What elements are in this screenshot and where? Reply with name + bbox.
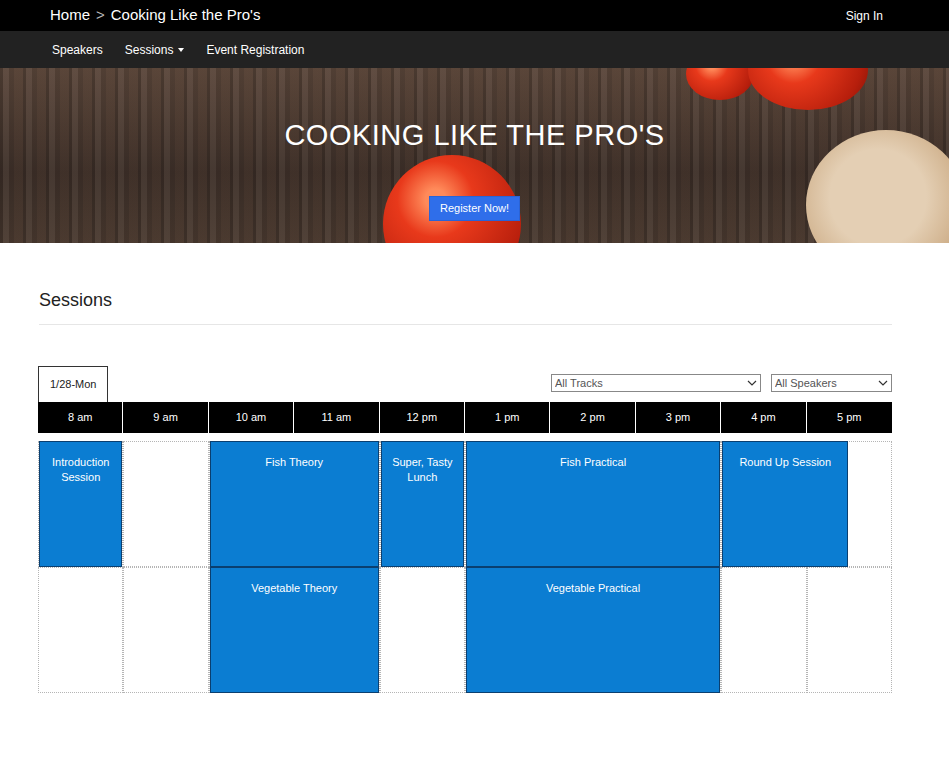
filters: All Tracks All Speakers <box>551 374 892 403</box>
time-slot: 4 pm <box>721 402 806 433</box>
time-slot: 2 pm <box>550 402 635 433</box>
time-slot: 8 am <box>38 402 123 433</box>
time-slot: 3 pm <box>636 402 721 433</box>
sign-in-link[interactable]: Sign In <box>846 7 883 25</box>
caret-icon <box>178 48 184 52</box>
current-page: Cooking Like the Pro's <box>111 4 261 27</box>
session-block[interactable]: Super, Tasty Lunch <box>381 441 464 567</box>
day-tab[interactable]: 1/28-Mon <box>38 366 108 402</box>
time-slot: 9 am <box>123 402 208 433</box>
session-block[interactable]: Fish Practical <box>466 441 720 567</box>
schedule-toolbar: 1/28-Mon All Tracks All Speakers <box>38 366 892 402</box>
grid-cell <box>807 567 892 693</box>
top-bar: Home > Cooking Like the Pro's Sign In <box>0 0 949 31</box>
nav-bar: Speakers Sessions Event Registration <box>0 31 949 68</box>
breadcrumb-trail: Home > Cooking Like the Pro's <box>50 4 260 27</box>
session-block[interactable]: Vegetable Practical <box>466 567 720 693</box>
tomato-shape <box>748 68 868 110</box>
filter-value: All Tracks <box>555 375 603 392</box>
time-slot: 11 am <box>294 402 379 433</box>
time-slot: 10 am <box>209 402 294 433</box>
register-button[interactable]: Register Now! <box>429 196 520 221</box>
grid-cell <box>123 441 208 567</box>
nav-link[interactable]: Event Registration <box>206 41 304 59</box>
track-filter[interactable]: All Tracks <box>551 374 761 393</box>
chevron-down-icon <box>878 380 888 386</box>
chevron-down-icon <box>747 380 757 386</box>
section-title: Sessions <box>39 289 892 325</box>
session-block[interactable]: Introduction Session <box>39 441 122 567</box>
grid-cell <box>721 567 806 693</box>
grid-cell <box>380 567 465 693</box>
filter-value: All Speakers <box>775 375 837 392</box>
nav-label: Event Registration <box>206 43 304 57</box>
session-block[interactable]: Round Up Session <box>722 441 848 567</box>
breadcrumb-separator: > <box>96 4 105 27</box>
session-block[interactable]: Vegetable Theory <box>210 567 379 693</box>
grid-cell <box>123 567 208 693</box>
home-link[interactable]: Home <box>50 4 90 27</box>
spoon-shape <box>806 130 949 243</box>
hero-banner: COOKING LIKE THE PRO'S Register Now! <box>0 68 949 243</box>
time-slot: 5 pm <box>807 402 892 433</box>
day-tabs: 1/28-Mon <box>38 366 108 402</box>
grid-cell <box>38 567 123 693</box>
time-slot: 1 pm <box>465 402 550 433</box>
time-header: 8 am9 am10 am11 am12 pm1 pm2 pm3 pm4 pm5… <box>38 402 892 433</box>
nav-link[interactable]: Speakers <box>52 41 103 59</box>
tomato-shape <box>686 68 754 100</box>
time-slot: 12 pm <box>380 402 465 433</box>
session-block[interactable]: Fish Theory <box>210 441 379 567</box>
nav-link[interactable]: Sessions <box>125 41 185 59</box>
nav-label: Sessions <box>125 43 174 57</box>
hero-content: COOKING LIKE THE PRO'S Register Now! <box>0 68 949 221</box>
session-grid: Introduction Session Fish TheorySuper, Ta… <box>38 441 892 693</box>
nav-label: Speakers <box>52 43 103 57</box>
main-content: Sessions 1/28-Mon All Tracks All Speakers 8 … <box>0 289 949 723</box>
speaker-filter[interactable]: All Speakers <box>771 374 892 393</box>
hero-title: COOKING LIKE THE PRO'S <box>284 116 664 154</box>
